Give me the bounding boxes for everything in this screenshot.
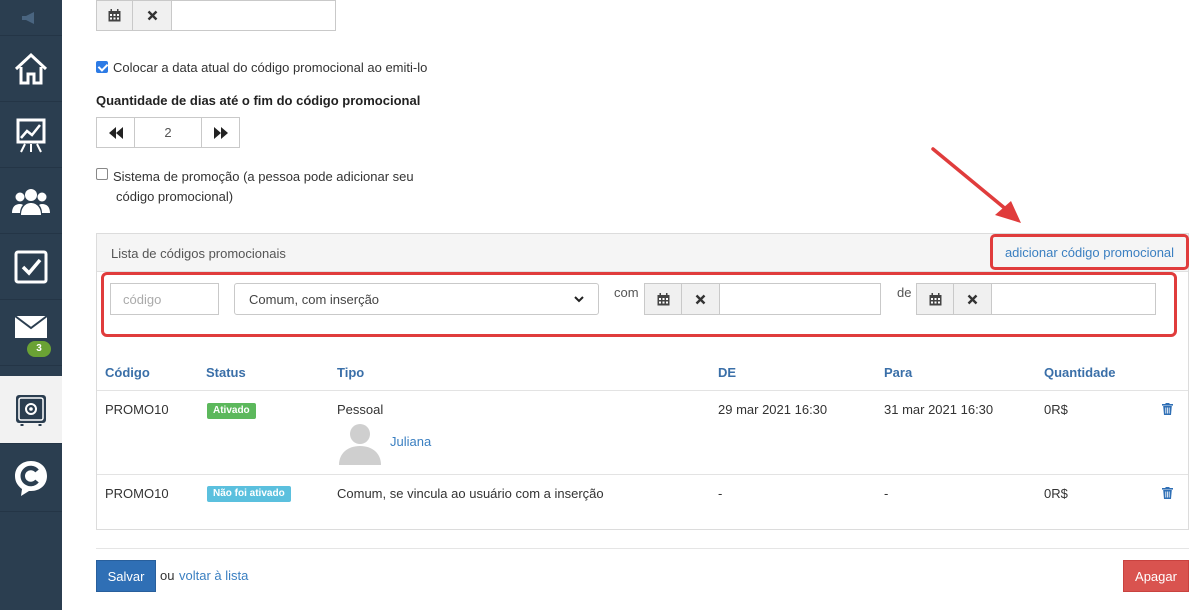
to-calendar-button[interactable] <box>916 283 954 315</box>
sidebar-item-home[interactable] <box>0 36 62 102</box>
panel-title: Lista de códigos promocionais <box>111 246 286 261</box>
row-from: - <box>718 486 723 501</box>
close-icon <box>967 294 978 304</box>
calendar-icon <box>657 292 669 305</box>
sidebar-item-mail[interactable]: 3 <box>0 300 62 366</box>
promo-system-checkbox-row[interactable]: Sistema de promoção (a pessoa pode adici… <box>96 167 414 207</box>
sidebar-item-brand[interactable] <box>0 444 62 512</box>
row-type: Comum, se vincula ao usuário com a inser… <box>337 486 604 501</box>
save-button[interactable]: Salvar <box>96 560 156 592</box>
avatar <box>339 424 381 465</box>
promo-system-label: Sistema de promoção (a pessoa pode adici… <box>113 167 414 207</box>
from-clear-button[interactable] <box>681 283 720 315</box>
sidebar-item-stats[interactable] <box>0 102 62 168</box>
trash-icon[interactable] <box>1162 403 1173 415</box>
trash-icon[interactable] <box>1162 487 1173 499</box>
row-to: - <box>884 486 889 501</box>
type-select-value: Comum, com inserção <box>249 291 380 307</box>
row-type: Pessoal <box>337 402 384 417</box>
chart-icon <box>16 118 46 152</box>
calendar-button[interactable] <box>96 0 133 31</box>
calendar-icon <box>108 9 121 22</box>
increase-button[interactable] <box>202 118 239 147</box>
to-label: de <box>897 285 912 300</box>
sidebar-item-tasks[interactable] <box>0 234 62 300</box>
close-icon <box>147 10 157 21</box>
column-header-code[interactable]: Código <box>105 365 150 380</box>
sidebar: 3 <box>0 0 62 610</box>
from-calendar-button[interactable] <box>644 283 682 315</box>
mail-icon <box>14 314 48 338</box>
to-clear-button[interactable] <box>953 283 992 315</box>
home-icon <box>14 52 48 84</box>
delete-button[interactable]: Apagar <box>1123 560 1189 592</box>
from-label: com <box>614 285 639 300</box>
days-stepper: 2 <box>96 117 240 148</box>
megaphone-icon <box>22 11 34 24</box>
row-to: 31 mar 2021 16:30 <box>884 402 994 417</box>
back-to-list-link[interactable]: voltar à lista <box>179 568 248 583</box>
annotation-arrow-icon <box>931 147 1021 223</box>
tasks-icon <box>14 250 48 283</box>
close-icon <box>695 294 706 304</box>
column-header-type[interactable]: Tipo <box>337 365 364 380</box>
status-badge: Não foi ativado <box>207 486 291 502</box>
days-label: Quantidade de dias até o fim do código p… <box>96 93 421 108</box>
sidebar-item-users[interactable] <box>0 168 62 234</box>
calendar-icon <box>929 292 941 305</box>
days-value[interactable]: 2 <box>134 118 202 147</box>
users-icon <box>12 188 50 215</box>
column-header-status[interactable]: Status <box>206 365 246 380</box>
promo-system-label-line2: código promocional) <box>116 189 234 204</box>
add-promo-code-link[interactable]: adicionar código promocional <box>1005 245 1174 260</box>
row-from: 29 mar 2021 16:30 <box>718 402 828 417</box>
from-date-input[interactable] <box>719 283 881 315</box>
add-link-highlight: adicionar código promocional <box>990 234 1189 270</box>
brand-icon <box>15 460 47 496</box>
sidebar-item-settings[interactable] <box>0 376 62 444</box>
column-header-from[interactable]: DE <box>718 365 736 380</box>
to-date-input[interactable] <box>991 283 1156 315</box>
type-select[interactable]: Comum, com inserção <box>234 283 599 315</box>
date-input[interactable] <box>171 0 336 31</box>
current-date-checkbox-row[interactable]: Colocar a data atual do código promocion… <box>96 60 427 75</box>
column-header-amount[interactable]: Quantidade <box>1044 365 1116 380</box>
panel-header: Lista de códigos promocionais adicionar … <box>97 234 1189 272</box>
promo-system-checkbox[interactable] <box>96 168 108 180</box>
footer-divider <box>96 548 1189 549</box>
current-date-label: Colocar a data atual do código promocion… <box>113 60 428 75</box>
user-link[interactable]: Juliana <box>390 434 431 449</box>
clear-date-button[interactable] <box>132 0 172 31</box>
or-text: ou <box>160 568 175 583</box>
row-code: PROMO10 <box>105 402 169 417</box>
sidebar-top[interactable] <box>0 0 62 36</box>
mail-count-badge: 3 <box>27 341 51 357</box>
row-divider <box>97 474 1188 475</box>
decrease-button[interactable] <box>97 118 134 147</box>
promo-system-label-line1: Sistema de promoção (a pessoa pode adici… <box>113 169 414 184</box>
row-divider <box>97 390 1188 391</box>
current-date-checkbox[interactable] <box>96 61 108 73</box>
status-badge: Ativado <box>207 403 256 419</box>
column-header-to[interactable]: Para <box>884 365 912 380</box>
row-amount: 0R$ <box>1044 486 1068 501</box>
backward-icon <box>108 126 123 139</box>
forward-icon <box>213 126 228 139</box>
row-code: PROMO10 <box>105 486 169 501</box>
row-amount: 0R$ <box>1044 402 1068 417</box>
code-filter-input[interactable]: código <box>110 283 219 315</box>
settings-icon <box>16 394 46 426</box>
chevron-down-icon <box>574 295 584 302</box>
